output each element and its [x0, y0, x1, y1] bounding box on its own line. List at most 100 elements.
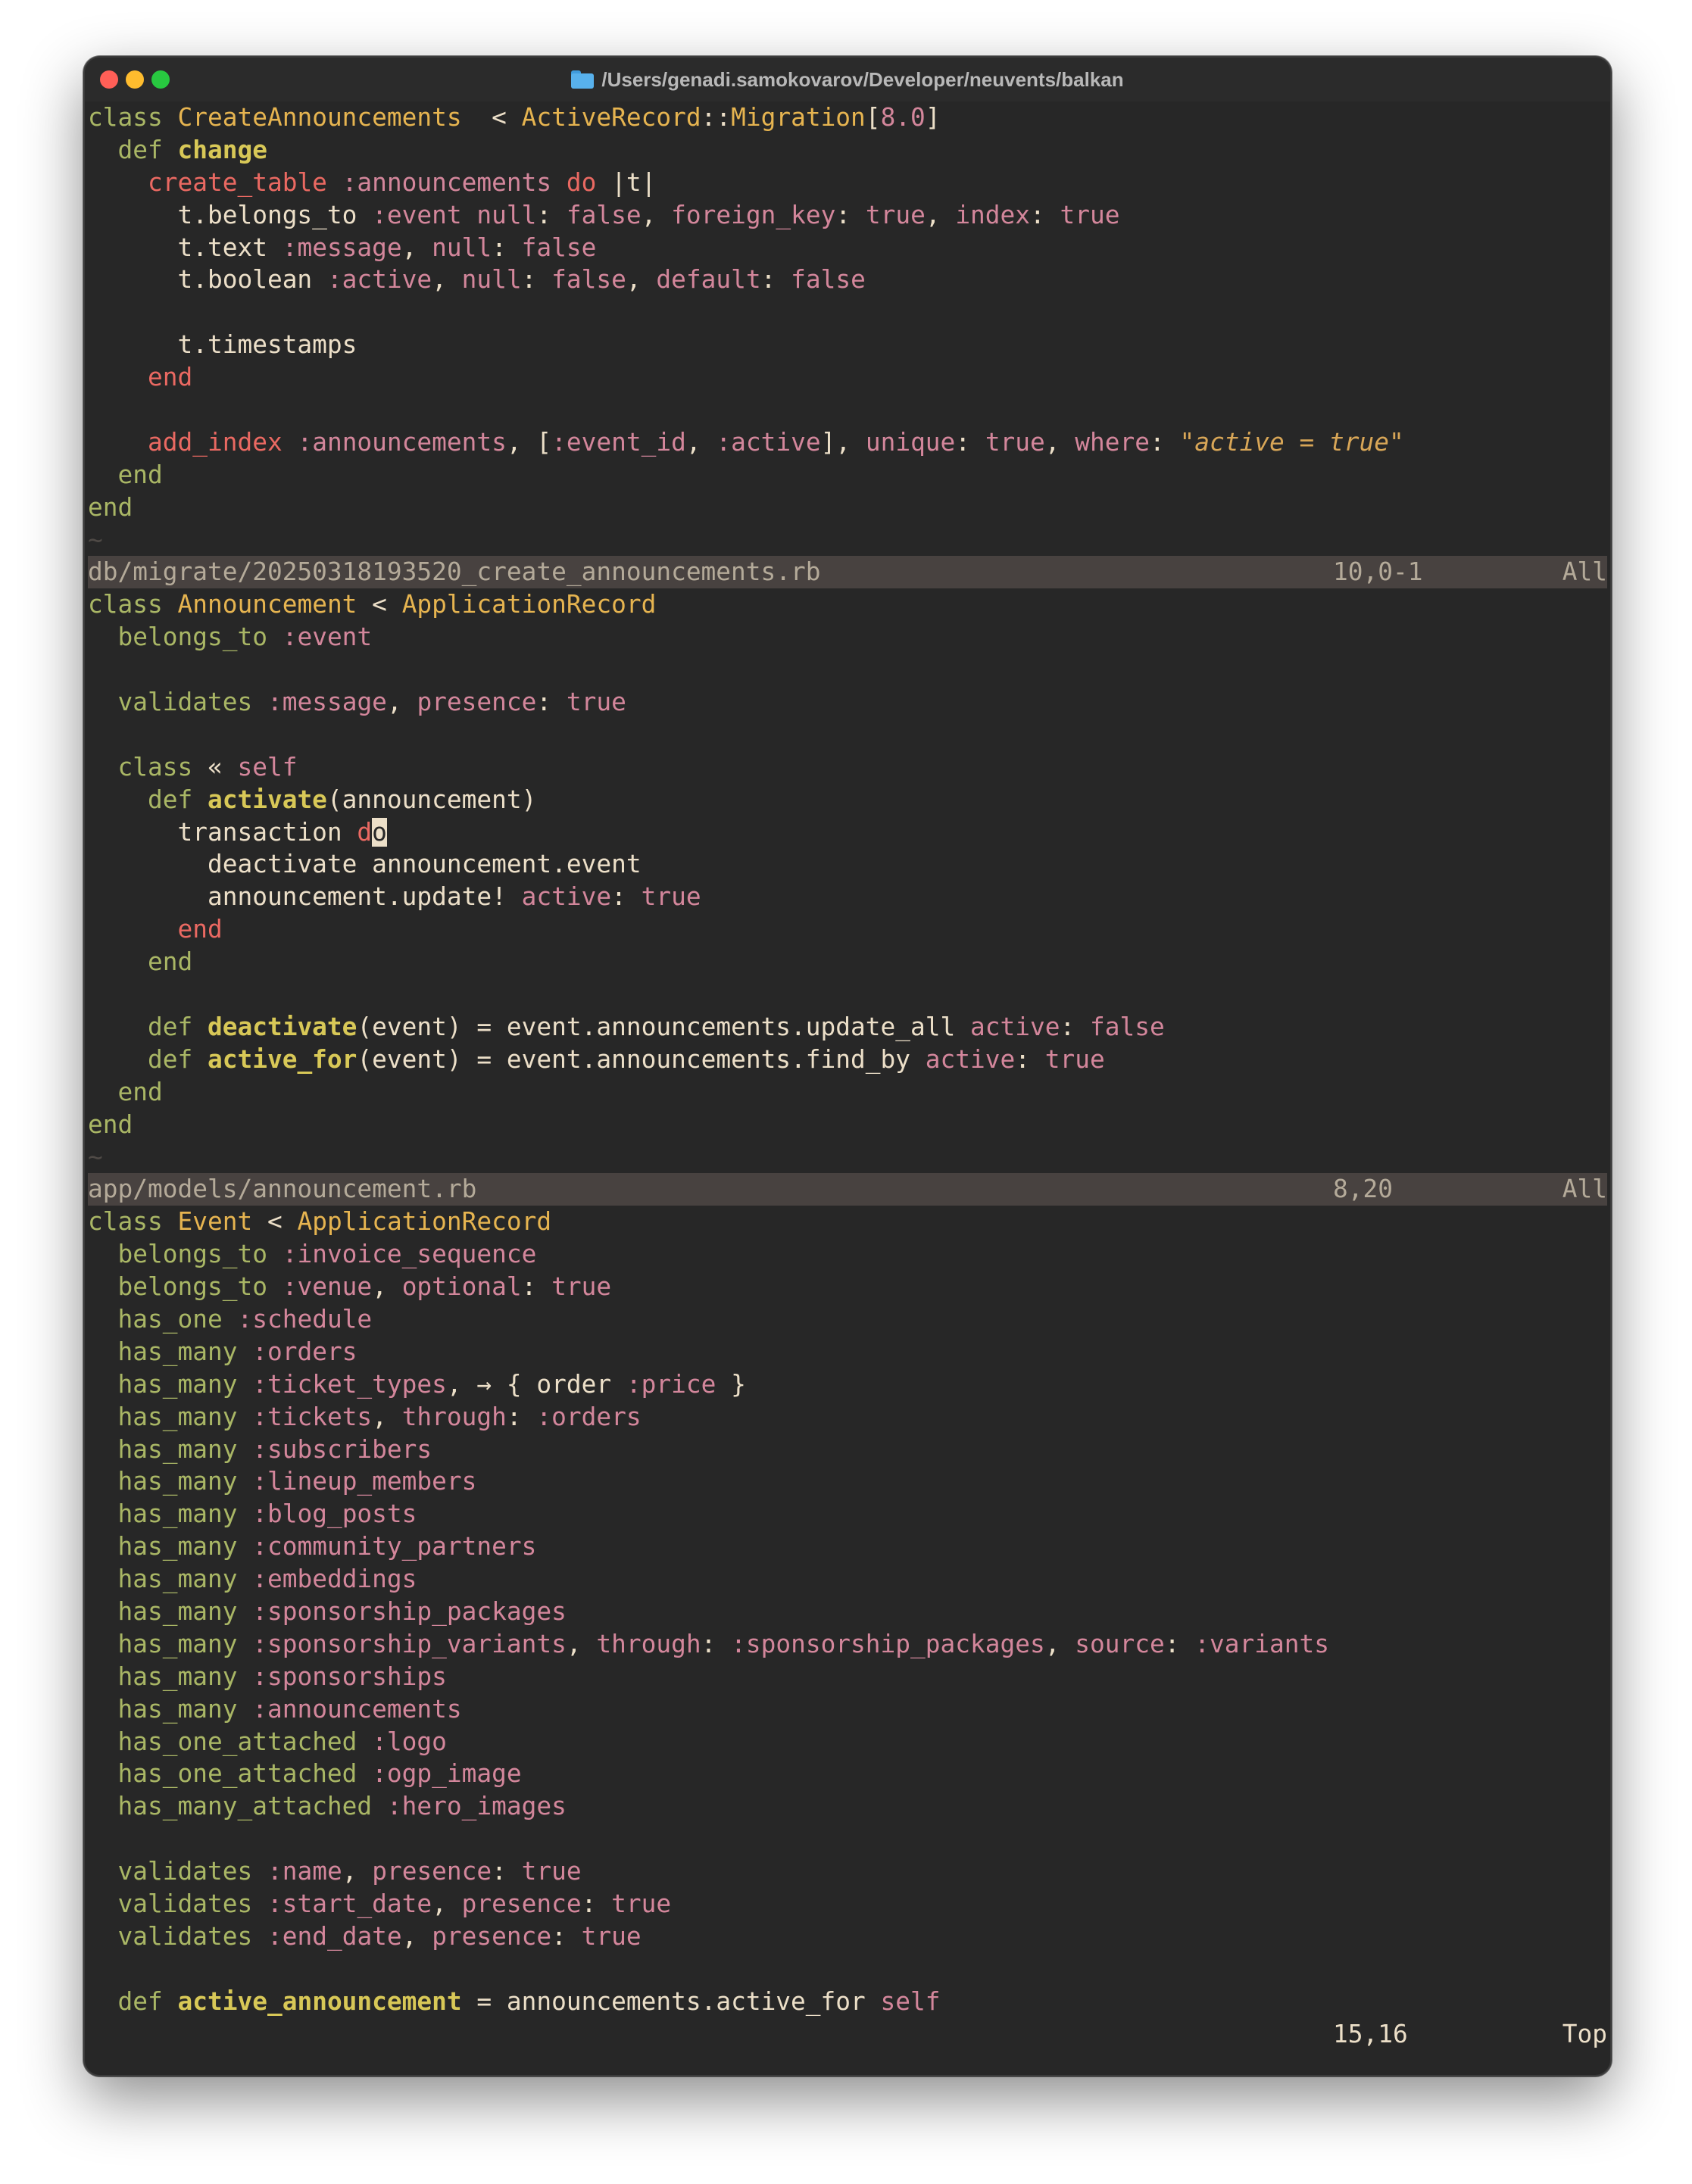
code-line[interactable]: transaction do: [88, 816, 1607, 849]
code-line[interactable]: t.timestamps: [88, 329, 1607, 361]
code-line[interactable]: has_many :sponsorships: [88, 1661, 1607, 1693]
code-line[interactable]: def active_announcement = announcements.…: [88, 1986, 1607, 2018]
code-token: end: [117, 1077, 163, 1106]
code-line[interactable]: has_one :schedule: [88, 1303, 1607, 1336]
code-line[interactable]: has_many :subscribers: [88, 1434, 1607, 1466]
code-line[interactable]: t.text :message, null: false: [88, 232, 1607, 264]
code-line[interactable]: end: [88, 491, 1607, 524]
code-line[interactable]: create_table :announcements do |t|: [88, 167, 1607, 199]
code-line[interactable]: def active_for(event) = event.announceme…: [88, 1044, 1607, 1076]
code-line[interactable]: [88, 978, 1607, 1011]
code-token: ~: [88, 525, 103, 554]
cursor-position: 8,20: [1333, 1175, 1393, 1204]
code-token: has_many: [117, 1337, 253, 1366]
code-line[interactable]: def change: [88, 134, 1607, 167]
code-token: presence: [461, 1889, 582, 1918]
code-token: :announcements: [252, 1694, 462, 1724]
code-line[interactable]: belongs_to :event: [88, 621, 1607, 654]
code-token: ]: [925, 103, 941, 132]
code-token: active_for: [207, 1044, 357, 1074]
code-line[interactable]: class CreateAnnouncements < ActiveRecord…: [88, 101, 1607, 134]
code-line[interactable]: [88, 719, 1607, 751]
code-line[interactable]: has_many :announcements: [88, 1693, 1607, 1726]
code-token: true: [551, 1272, 612, 1302]
code-line[interactable]: class Event < ApplicationRecord: [88, 1206, 1607, 1238]
code-token: has_many_attached: [117, 1792, 387, 1821]
code-line[interactable]: has_many :orders: [88, 1336, 1607, 1368]
code-line[interactable]: class Announcement < ApplicationRecord: [88, 588, 1607, 621]
code-token: optional: [401, 1272, 522, 1302]
code-token: active = true: [1194, 427, 1389, 457]
code-line[interactable]: def activate(announcement): [88, 784, 1607, 816]
code-line[interactable]: class « self: [88, 751, 1607, 784]
code-line[interactable]: [88, 1823, 1607, 1855]
code-line[interactable]: end: [88, 913, 1607, 946]
code-token: index: [955, 200, 1031, 229]
code-line[interactable]: has_one_attached :logo: [88, 1726, 1607, 1758]
code-token: :: [611, 882, 642, 912]
code-line[interactable]: validates :start_date, presence: true: [88, 1888, 1607, 1920]
code-token: Announcement: [177, 590, 357, 619]
code-line[interactable]: announcement.update! active: true: [88, 881, 1607, 913]
code-line[interactable]: end: [88, 1076, 1607, 1109]
code-token: :: [1150, 427, 1180, 457]
code-token: ,: [925, 200, 956, 229]
code-token: false: [1089, 1012, 1165, 1041]
code-token: validates: [117, 1889, 267, 1918]
code-line[interactable]: t.belongs_to :event null: false, foreign…: [88, 199, 1607, 232]
code-line[interactable]: [88, 394, 1607, 426]
code-token: def: [147, 785, 208, 814]
code-line[interactable]: end: [88, 361, 1607, 394]
code-line[interactable]: has_many :lineup_members: [88, 1465, 1607, 1498]
code-line[interactable]: belongs_to :invoice_sequence: [88, 1238, 1607, 1271]
code-token: :start_date: [267, 1889, 432, 1918]
code-line[interactable]: t.boolean :active, null: false, default:…: [88, 264, 1607, 296]
code-token: true: [985, 427, 1045, 457]
code-token: null: [476, 200, 537, 229]
code-line[interactable]: has_many :sponsorship_packages: [88, 1596, 1607, 1628]
code-line[interactable]: belongs_to :venue, optional: true: [88, 1271, 1607, 1303]
code-line[interactable]: def deactivate(event) = event.announceme…: [88, 1011, 1607, 1044]
code-line[interactable]: ~: [88, 1141, 1607, 1174]
code-line[interactable]: [88, 1953, 1607, 1986]
code-line[interactable]: has_many :tickets, through: :orders: [88, 1401, 1607, 1434]
code-line[interactable]: has_one_attached :ogp_image: [88, 1758, 1607, 1790]
code-token: def: [147, 1012, 208, 1041]
code-token: «: [207, 752, 238, 782]
statusline-1: db/migrate/20250318193520_create_announc…: [88, 556, 1607, 589]
code-token: :message: [267, 688, 387, 717]
code-token: def: [117, 135, 178, 164]
code-line[interactable]: has_many_attached :hero_images: [88, 1790, 1607, 1823]
code-line[interactable]: has_many :blog_posts: [88, 1498, 1607, 1530]
code-line[interactable]: deactivate announcement.event: [88, 848, 1607, 881]
code-token: ,: [641, 200, 672, 229]
cursor-position: 15,16: [1333, 2019, 1408, 2048]
code-token: :: [521, 1272, 552, 1302]
code-line[interactable]: [88, 654, 1607, 686]
code-line[interactable]: end: [88, 946, 1607, 978]
code-token: :sponsorship_packages: [252, 1596, 567, 1626]
code-token: :name: [267, 1857, 342, 1886]
code-line[interactable]: ~: [88, 524, 1607, 557]
code-line[interactable]: has_many :ticket_types, → { order :price…: [88, 1368, 1607, 1401]
code-line[interactable]: has_many :sponsorship_variants, through:…: [88, 1628, 1607, 1661]
code-line[interactable]: has_many :community_partners: [88, 1530, 1607, 1563]
code-line[interactable]: end: [88, 1109, 1607, 1141]
code-line[interactable]: validates :end_date, presence: true: [88, 1920, 1607, 1953]
code-token: ApplicationRecord: [401, 590, 657, 619]
code-line[interactable]: validates :message, presence: true: [88, 686, 1607, 719]
code-line[interactable]: [88, 296, 1607, 329]
code-line[interactable]: end: [88, 459, 1607, 491]
code-line[interactable]: validates :name, presence: true: [88, 1855, 1607, 1888]
vim-editor[interactable]: class CreateAnnouncements < ActiveRecord…: [88, 101, 1607, 2075]
code-token: foreign_key: [671, 200, 836, 229]
code-token: validates: [117, 1921, 267, 1951]
code-line[interactable]: has_many :embeddings: [88, 1563, 1607, 1596]
code-line[interactable]: add_index :announcements, [:event_id, :a…: [88, 426, 1607, 459]
